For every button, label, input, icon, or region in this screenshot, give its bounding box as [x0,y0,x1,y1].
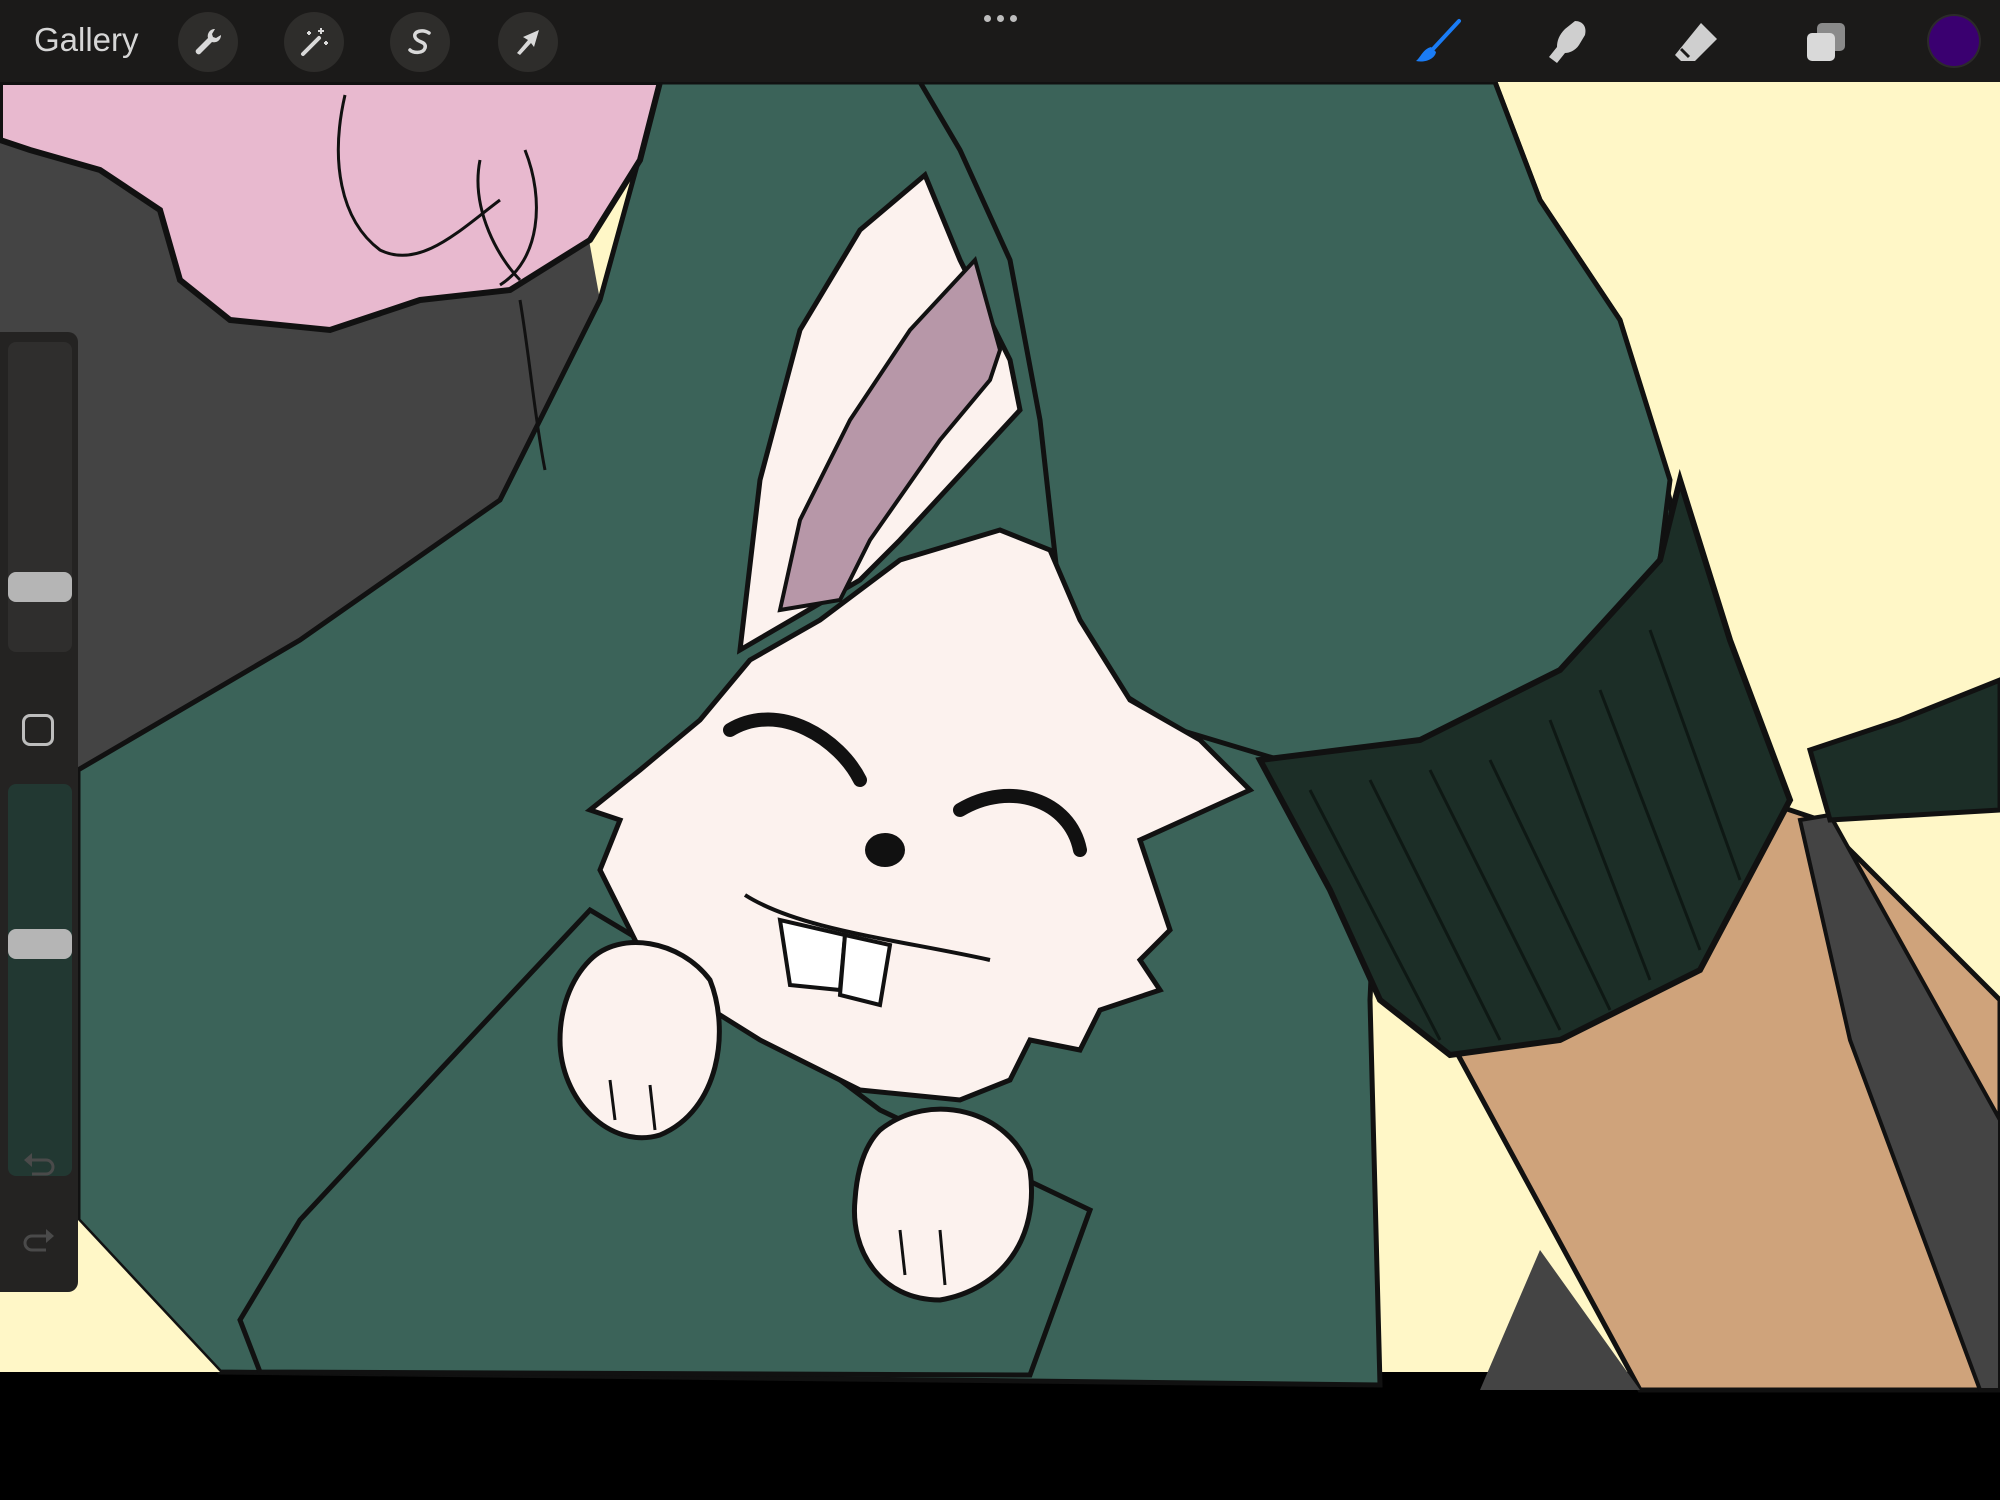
brush-icon [1416,19,1461,62]
layers-icon [1807,23,1845,61]
adjustments-button[interactable] [284,12,344,72]
brush-size-slider[interactable] [8,342,72,652]
bunny-nose [865,833,905,867]
bunny-tooth-right [837,932,893,1008]
wrench-icon [195,28,222,55]
actions-button[interactable] [178,12,238,72]
brush-size-thumb[interactable] [8,572,72,602]
color-swatch[interactable] [1929,16,1979,66]
opacity-slider[interactable] [8,784,72,1176]
left-sidebar [0,332,78,1292]
transform-button[interactable] [498,12,558,72]
arrow-cursor-icon [517,30,539,55]
undo-icon[interactable] [20,1150,58,1180]
smudge-finger-icon [1549,21,1586,63]
gallery-button[interactable]: Gallery [34,18,139,62]
opacity-thumb[interactable] [8,929,72,959]
layers-button[interactable] [1796,12,1856,72]
artwork [0,0,2000,1500]
redo-icon[interactable] [20,1226,58,1256]
top-toolbar: Gallery [0,0,2000,82]
selection-s-icon [408,29,431,55]
square-icon[interactable] [22,714,54,746]
eraser-icon [1675,23,1717,61]
brush-button[interactable] [1408,12,1468,72]
drawing-canvas[interactable] [0,0,2000,1500]
magic-wand-icon [301,28,328,56]
eraser-button[interactable] [1666,12,1726,72]
selection-button[interactable] [390,12,450,72]
more-dots-icon[interactable] [970,6,1030,30]
bunny-paw-left [557,940,722,1141]
smudge-button[interactable] [1536,12,1596,72]
